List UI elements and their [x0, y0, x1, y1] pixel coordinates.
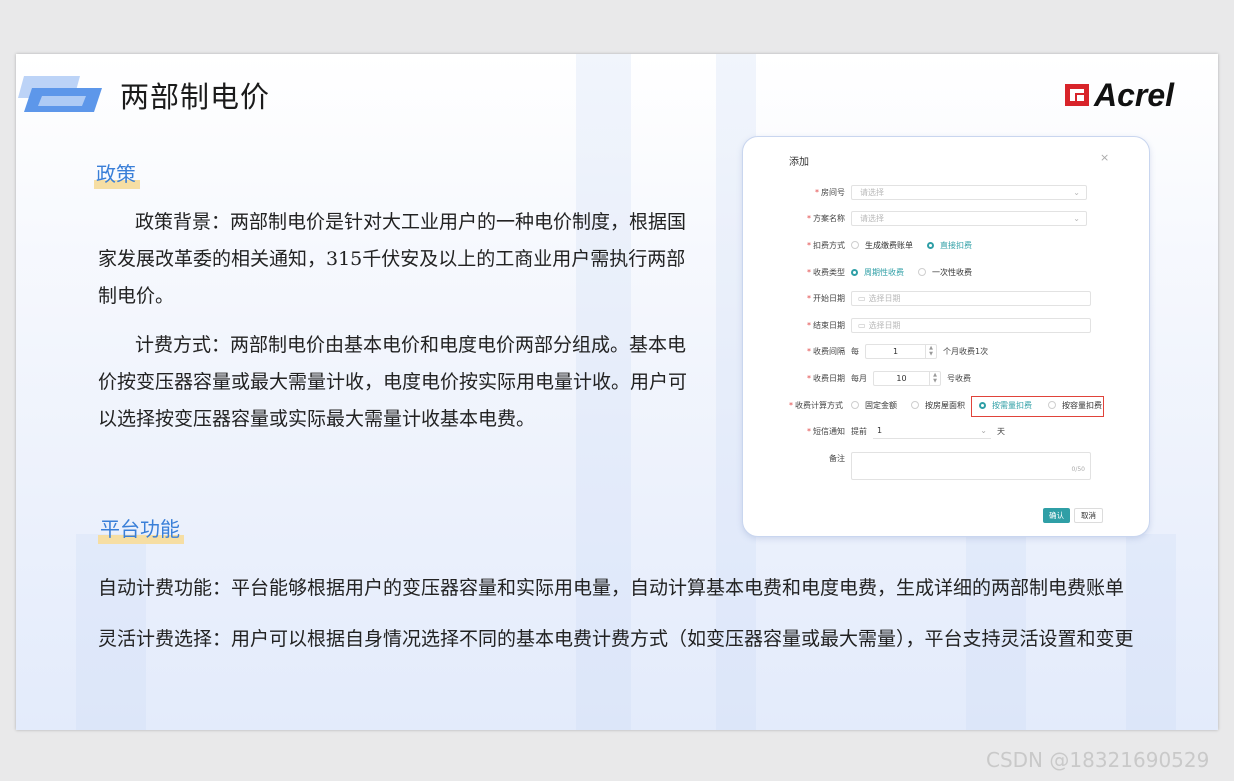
- section-heading-platform: 平台功能: [98, 513, 184, 544]
- calc-option-fixed[interactable]: 固定金额: [851, 400, 897, 411]
- charge-date-prefix: 每月: [851, 373, 867, 383]
- chevron-down-icon: ⌄: [1073, 213, 1080, 223]
- charge-date-label: * 收费日期: [807, 373, 845, 383]
- deduct-label: * 扣费方式: [807, 240, 845, 250]
- radio-checked-icon: [927, 241, 934, 249]
- deduct-option-direct[interactable]: 直接扣费: [927, 240, 972, 251]
- room-label: * 房间号: [815, 187, 845, 197]
- logo-text: Acrel: [1094, 77, 1175, 113]
- deduct-option-bill[interactable]: 生成缴费账单: [851, 240, 913, 251]
- sms-days-select[interactable]: 1 ⌄: [873, 424, 991, 439]
- radio-icon: [911, 401, 919, 409]
- charge-date-row: * 收费日期 每月 10 ▲ ▼ 号收费: [743, 370, 1149, 386]
- interval-suffix: 个月收费1次: [943, 346, 989, 356]
- sms-prefix: 提前: [851, 426, 867, 436]
- charge-date-suffix: 号收费: [947, 373, 971, 383]
- feature-auto-billing: 自动计费功能：平台能够根据用户的变压器容量和实际用电量，自动计算基本电费和电度电…: [98, 577, 1125, 599]
- billing-method-text: 计费方式：两部制电价由基本电价和电度电价两部分组成。基本电价按变压器容量或最大需…: [98, 334, 688, 430]
- slide: 两部制电价 Acrel 政策 政策背景：两部制电价是针对大工业用户的一种电价制度…: [16, 54, 1218, 730]
- remark-char-count: 0/50: [1071, 466, 1085, 473]
- feature-flexible-billing: 灵活计费选择：用户可以根据自身情况选择不同的基本电费计费方式（如变压器容量或最大…: [98, 628, 1134, 650]
- fee-type-label: * 收费类型: [807, 267, 845, 277]
- remark-label: 备注: [829, 453, 845, 463]
- radio-icon: [851, 401, 859, 409]
- acrel-logo-icon: [1065, 84, 1089, 106]
- sms-label: * 短信通知: [807, 426, 845, 436]
- brand-logo: Acrel: [1064, 77, 1175, 113]
- plan-row: * 方案名称 请选择 ⌄: [743, 210, 1149, 226]
- add-dialog: 添加 × * 房间号 请选择 ⌄ * 方案名称 请选择 ⌄ * 扣费方式 生成缴费账单 直…: [742, 136, 1150, 537]
- room-select[interactable]: 请选择 ⌄: [851, 184, 1087, 200]
- radio-checked-icon: [851, 268, 858, 276]
- section-heading-policy: 政策: [94, 158, 140, 189]
- fee-type-option-once[interactable]: 一次性收费: [918, 267, 972, 278]
- fee-type-option-periodic[interactable]: 周期性收费: [851, 267, 904, 278]
- fee-type-row: * 收费类型 周期性收费 一次性收费: [743, 264, 1149, 280]
- interval-label: * 收费间隔: [807, 346, 845, 356]
- calc-method-label: * 收费计算方式: [789, 400, 843, 410]
- dialog-title: 添加: [789, 157, 809, 168]
- close-icon[interactable]: ×: [1100, 151, 1109, 164]
- start-date-label: * 开始日期: [807, 293, 845, 303]
- sms-row: * 短信通知 提前 1 ⌄ 天: [743, 423, 1149, 439]
- confirm-button[interactable]: 确认: [1043, 508, 1070, 523]
- interval-prefix: 每: [851, 346, 859, 356]
- radio-icon: [851, 241, 859, 249]
- calendar-icon: ▭: [858, 293, 866, 303]
- policy-background-text: 政策背景：两部制电价是针对大工业用户的一种电价制度，根据国家发展改革委的相关通知…: [98, 211, 687, 307]
- sms-suffix: 天: [997, 426, 1005, 436]
- calc-option-area[interactable]: 按房屋面积: [911, 400, 965, 411]
- stepper-arrows-icon: ▲ ▼: [925, 344, 936, 358]
- end-date-row: * 结束日期 ▭ 选择日期: [743, 317, 1149, 333]
- calendar-icon: ▭: [858, 320, 866, 330]
- plan-label: * 方案名称: [807, 213, 845, 223]
- highlight-box: [971, 396, 1104, 417]
- end-date-picker[interactable]: ▭ 选择日期: [851, 317, 1091, 333]
- room-row: * 房间号 请选择 ⌄: [743, 184, 1149, 200]
- chevron-down-icon: ⌄: [1073, 187, 1080, 197]
- interval-row: * 收费间隔 每 1 ▲ ▼ 个月收费1次: [743, 343, 1149, 359]
- end-date-label: * 结束日期: [807, 320, 845, 330]
- plan-select[interactable]: 请选择 ⌄: [851, 210, 1087, 226]
- start-date-picker[interactable]: ▭ 选择日期: [851, 290, 1091, 306]
- title-decoration-icon: [18, 76, 102, 112]
- radio-icon: [918, 268, 926, 276]
- start-date-row: * 开始日期 ▭ 选择日期: [743, 290, 1149, 306]
- cancel-button[interactable]: 取消: [1074, 508, 1103, 523]
- remark-textarea[interactable]: 0/50: [851, 452, 1091, 480]
- stepper-arrows-icon: ▲ ▼: [929, 371, 940, 385]
- interval-stepper[interactable]: 1 ▲ ▼: [865, 343, 937, 359]
- deduct-row: * 扣费方式 生成缴费账单 直接扣费: [743, 237, 1149, 253]
- charge-date-stepper[interactable]: 10 ▲ ▼: [873, 370, 941, 386]
- watermark: CSDN @18321690529: [986, 748, 1210, 772]
- slide-title: 两部制电价: [120, 80, 271, 114]
- chevron-down-icon: ⌄: [980, 426, 987, 435]
